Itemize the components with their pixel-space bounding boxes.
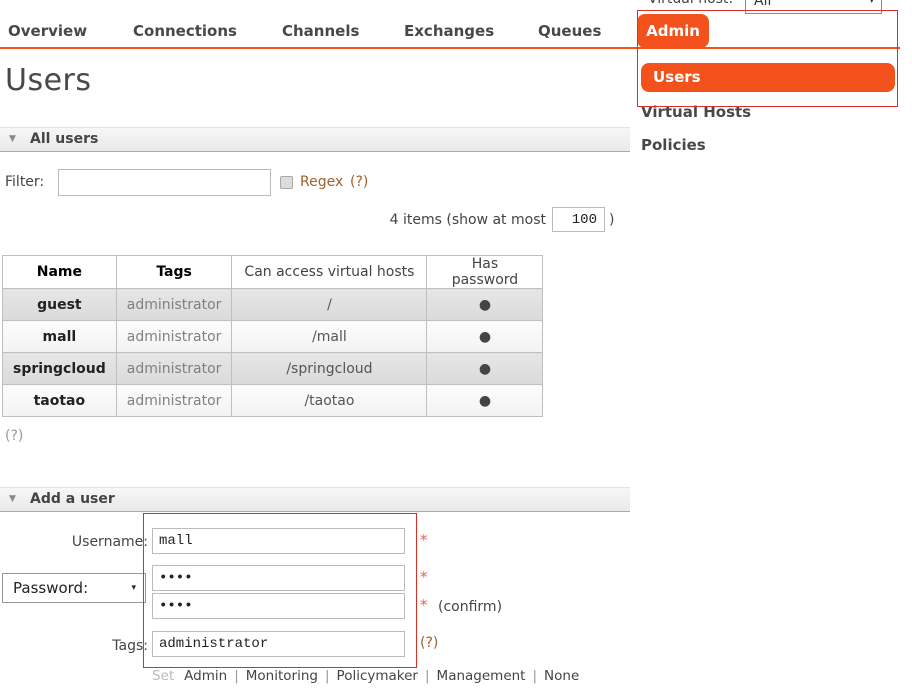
username-input[interactable] [152, 528, 405, 554]
chevron-down-icon: ▾ [131, 583, 136, 593]
all-users-title: All users [30, 131, 98, 147]
user-name[interactable]: mall [3, 321, 117, 353]
user-name[interactable]: taotao [3, 385, 117, 417]
has-password-dot: ● [427, 385, 543, 417]
filter-input[interactable] [58, 169, 271, 196]
separator: | [425, 668, 430, 684]
has-password-dot: ● [427, 353, 543, 385]
table-header-row: Name Tags Can access virtual hosts Has p… [3, 256, 543, 289]
user-vhosts: /taotao [232, 385, 427, 417]
sidebar-item-policies[interactable]: Policies [641, 136, 706, 154]
tab-queues[interactable]: Queues [538, 22, 601, 40]
table-help-link[interactable]: (?) [5, 428, 23, 444]
all-users-section-header[interactable]: ▼ All users [0, 127, 630, 152]
table-row: springcloud administrator /springcloud ● [3, 353, 543, 385]
table-row: mall administrator /mall ● [3, 321, 543, 353]
user-vhosts: /springcloud [232, 353, 427, 385]
user-tags: administrator [116, 321, 232, 353]
rabbitmq-users-page: Virtual host: All ▾ Overview Connections… [0, 0, 912, 694]
items-count-close-paren: ) [609, 212, 614, 228]
regex-help-link[interactable]: (?) [350, 174, 368, 190]
required-asterisk: * [420, 568, 428, 586]
password-select-value: Password: [13, 579, 88, 597]
tags-input[interactable] [152, 631, 405, 657]
user-tags: administrator [116, 353, 232, 385]
add-user-section-header[interactable]: ▼ Add a user [0, 487, 630, 512]
required-asterisk: * [420, 596, 428, 614]
table-row: taotao administrator /taotao ● [3, 385, 543, 417]
sidebar-item-users[interactable]: Users [641, 63, 895, 92]
virtual-host-label: Virtual host: [648, 0, 733, 7]
col-header-vhosts: Can access virtual hosts [232, 256, 427, 289]
nav-underline [0, 47, 900, 49]
tab-channels[interactable]: Channels [282, 22, 359, 40]
password-confirm-input[interactable] [152, 593, 405, 619]
confirm-label: (confirm) [438, 599, 502, 615]
has-password-dot: ● [427, 321, 543, 353]
tab-connections[interactable]: Connections [133, 22, 237, 40]
regex-checkbox[interactable] [280, 176, 293, 189]
set-tag-admin[interactable]: Admin [184, 668, 227, 684]
tab-overview[interactable]: Overview [8, 22, 87, 40]
password-input[interactable] [152, 565, 405, 591]
has-password-dot: ● [427, 289, 543, 321]
user-name[interactable]: springcloud [3, 353, 117, 385]
chevron-down-icon: ▾ [869, 0, 874, 6]
users-table: Name Tags Can access virtual hosts Has p… [2, 255, 543, 417]
username-label: Username: [0, 534, 148, 550]
separator: | [532, 668, 537, 684]
set-label: Set [152, 668, 174, 684]
col-header-has-password: Has password [427, 256, 543, 289]
col-header-tags[interactable]: Tags [116, 256, 232, 289]
user-name[interactable]: guest [3, 289, 117, 321]
col-header-name[interactable]: Name [3, 256, 117, 289]
add-user-title: Add a user [30, 491, 115, 507]
sidebar-item-virtual-hosts[interactable]: Virtual Hosts [641, 103, 751, 121]
tags-label: Tags: [0, 638, 148, 654]
show-at-most-input[interactable] [552, 207, 605, 232]
user-tags: administrator [116, 385, 232, 417]
page-title: Users [5, 63, 92, 98]
collapse-triangle-icon[interactable]: ▼ [9, 494, 16, 504]
table-row: guest administrator / ● [3, 289, 543, 321]
user-vhosts: / [232, 289, 427, 321]
password-type-select[interactable]: Password: ▾ [2, 573, 146, 603]
set-tag-monitoring[interactable]: Monitoring [246, 668, 318, 684]
tab-admin[interactable]: Admin [637, 14, 709, 48]
collapse-triangle-icon[interactable]: ▼ [9, 134, 16, 144]
required-asterisk: * [420, 531, 428, 549]
set-tag-management[interactable]: Management [437, 668, 526, 684]
separator: | [325, 668, 330, 684]
user-vhosts: /mall [232, 321, 427, 353]
filter-label: Filter: [5, 174, 44, 190]
tab-exchanges[interactable]: Exchanges [404, 22, 494, 40]
tag-shortcut-row: Set Admin | Monitoring | Policymaker | Manageme… [152, 668, 579, 684]
virtual-host-value: All [754, 0, 771, 9]
set-tag-none[interactable]: None [544, 668, 579, 684]
regex-label: Regex [300, 174, 343, 190]
virtual-host-select[interactable]: All ▾ [745, 0, 882, 14]
tags-help-link[interactable]: (?) [420, 635, 438, 651]
user-tags: administrator [116, 289, 232, 321]
items-count-text: 4 items (show at most [380, 212, 546, 228]
set-tag-policymaker[interactable]: Policymaker [337, 668, 418, 684]
separator: | [234, 668, 239, 684]
